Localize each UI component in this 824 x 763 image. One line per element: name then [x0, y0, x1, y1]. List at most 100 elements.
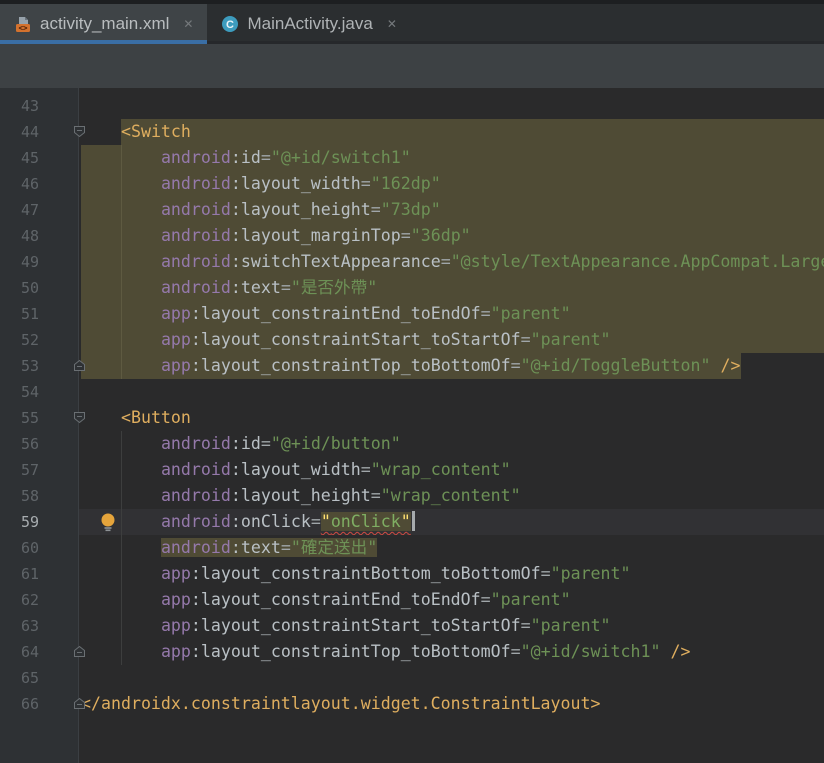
- code-line[interactable]: 43: [0, 93, 824, 119]
- code-token: layout_constraintStart_toStartOf: [200, 330, 521, 349]
- gutter-cell[interactable]: 50: [0, 275, 79, 301]
- code-token: ": [400, 512, 411, 531]
- fold-expand-end-icon[interactable]: [73, 359, 86, 372]
- code-cell[interactable]: app:layout_constraintEnd_toEndOf="parent…: [79, 301, 824, 327]
- gutter-cell[interactable]: 64: [0, 639, 85, 665]
- gutter-cell[interactable]: 66: [0, 691, 85, 717]
- gutter-cell[interactable]: 63: [0, 613, 79, 639]
- gutter-cell[interactable]: 54: [0, 379, 79, 405]
- code-token: app: [160, 642, 191, 661]
- code-token: "wrap_content": [380, 486, 521, 505]
- code-cell[interactable]: android:layout_marginTop="36dp": [79, 223, 824, 249]
- code-line[interactable]: 51 app:layout_constraintEnd_toEndOf="par…: [0, 301, 824, 327]
- gutter-cell[interactable]: 58: [0, 483, 79, 509]
- code-line[interactable]: 45 android:id="@+id/switch1": [0, 145, 824, 171]
- gutter-cell[interactable]: 55: [0, 405, 85, 431]
- fold-collapse-icon[interactable]: [73, 411, 86, 424]
- gutter-cell[interactable]: 47: [0, 197, 79, 223]
- gutter-cell[interactable]: 52: [0, 327, 79, 353]
- code-line[interactable]: 56 android:id="@+id/button": [0, 431, 824, 457]
- code-cell[interactable]: android:switchTextAppearance="@style/Tex…: [79, 249, 824, 275]
- code-cell[interactable]: app:layout_constraintStart_toStartOf="pa…: [79, 327, 824, 353]
- gutter-cell[interactable]: 45: [0, 145, 79, 171]
- code-cell[interactable]: app:layout_constraintTop_toBottomOf="@+i…: [79, 353, 824, 379]
- gutter-cell[interactable]: 44: [0, 119, 85, 145]
- gutter-cell[interactable]: 43: [0, 93, 79, 119]
- code-editor[interactable]: 43 44 <Switch 45 android:id="@+id/switch1"…: [0, 88, 824, 763]
- gutter-cell[interactable]: 51: [0, 301, 79, 327]
- gutter-cell[interactable]: 48: [0, 223, 79, 249]
- gutter-cell[interactable]: 61: [0, 561, 79, 587]
- code-token: <Button: [120, 408, 191, 427]
- code-cell[interactable]: app:layout_constraintEnd_toEndOf="parent…: [79, 587, 824, 613]
- gutter-cell[interactable]: 46: [0, 171, 79, 197]
- code-line[interactable]: 66 </androidx.constraintlayout.widget.Con…: [0, 691, 824, 717]
- code-line[interactable]: 49 android:switchTextAppearance="@style/…: [0, 249, 824, 275]
- code-token: :: [230, 434, 241, 453]
- code-line[interactable]: 44 <Switch: [0, 119, 824, 145]
- code-line[interactable]: 58 android:layout_height="wrap_content": [0, 483, 824, 509]
- code-token: =: [400, 226, 411, 245]
- gutter-cell[interactable]: 65: [0, 665, 79, 691]
- line-number: 62: [20, 591, 39, 609]
- code-cell[interactable]: app:layout_constraintTop_toBottomOf="@+i…: [79, 639, 824, 665]
- code-line[interactable]: 61 app:layout_constraintBottom_toBottomO…: [0, 561, 824, 587]
- code-cell[interactable]: <Switch: [79, 119, 824, 145]
- code-cell[interactable]: android:text="確定送出": [79, 535, 824, 561]
- gutter-cell[interactable]: 57: [0, 457, 79, 483]
- gutter-cell[interactable]: 53: [0, 353, 85, 379]
- tab-close-icon[interactable]: ✕: [183, 17, 193, 31]
- line-number: 57: [20, 461, 39, 479]
- code-line[interactable]: 54: [0, 379, 824, 405]
- code-line[interactable]: 46 android:layout_width="162dp": [0, 171, 824, 197]
- fold-expand-end-icon[interactable]: [73, 645, 86, 658]
- code-cell[interactable]: android:text="是否外帶": [79, 275, 824, 301]
- code-line[interactable]: 65: [0, 665, 824, 691]
- code-token: android: [160, 148, 231, 167]
- code-cell[interactable]: android:layout_height="wrap_content": [79, 483, 824, 509]
- line-number: 65: [20, 669, 39, 687]
- fold-collapse-icon[interactable]: [73, 125, 86, 138]
- tab-close-icon[interactable]: ✕: [387, 17, 397, 31]
- code-line[interactable]: 47 android:layout_height="73dp": [0, 197, 824, 223]
- gutter-cell[interactable]: 62: [0, 587, 79, 613]
- code-cell[interactable]: [79, 379, 824, 405]
- code-cell[interactable]: android:layout_width="wrap_content": [79, 457, 824, 483]
- code-line[interactable]: 62 app:layout_constraintEnd_toEndOf="par…: [0, 587, 824, 613]
- gutter-cell[interactable]: 60: [0, 535, 79, 561]
- code-line[interactable]: 53 app:layout_constraintTop_toBottomOf="…: [0, 353, 824, 379]
- code-line[interactable]: 50 android:text="是否外帶": [0, 275, 824, 301]
- code-cell[interactable]: [79, 665, 824, 691]
- code-line[interactable]: 63 app:layout_constraintStart_toStartOf=…: [0, 613, 824, 639]
- code-line[interactable]: 57 android:layout_width="wrap_content": [0, 457, 824, 483]
- code-cell[interactable]: android:id="@+id/switch1": [79, 145, 824, 171]
- gutter-cell[interactable]: 59: [0, 509, 79, 535]
- code-line[interactable]: 60 android:text="確定送出": [0, 535, 824, 561]
- code-line[interactable]: 64 app:layout_constraintTop_toBottomOf="…: [0, 639, 824, 665]
- fold-expand-end-icon[interactable]: [73, 697, 86, 710]
- code-cell[interactable]: [79, 93, 824, 119]
- code-cell[interactable]: android:layout_width="162dp": [79, 171, 824, 197]
- tab-activity-main-xml[interactable]: <> activity_main.xml ✕: [0, 4, 208, 44]
- code-line[interactable]: 52 app:layout_constraintStart_toStartOf=…: [0, 327, 824, 353]
- tab-label: activity_main.xml: [40, 14, 170, 33]
- code-line[interactable]: 48 android:layout_marginTop="36dp": [0, 223, 824, 249]
- code-cell[interactable]: app:layout_constraintStart_toStartOf="pa…: [79, 613, 824, 639]
- gutter-cell[interactable]: 49: [0, 249, 79, 275]
- code-line[interactable]: 55 <Button: [0, 405, 824, 431]
- code-cell[interactable]: android:onClick="onClick": [79, 509, 824, 535]
- code-cell[interactable]: </androidx.constraintlayout.widget.Const…: [79, 691, 824, 717]
- code-token: =: [280, 538, 291, 557]
- code-text: app:layout_constraintStart_toStartOf="pa…: [81, 327, 824, 353]
- code-line[interactable]: 59 android:onClick="onClick": [0, 509, 824, 535]
- tab-mainactivity-java[interactable]: C MainActivity.java ✕: [207, 4, 410, 44]
- intention-bulb-icon[interactable]: [99, 512, 117, 532]
- code-cell[interactable]: app:layout_constraintBottom_toBottomOf="…: [79, 561, 824, 587]
- code-token: app: [160, 590, 191, 609]
- code-cell[interactable]: android:layout_height="73dp": [79, 197, 824, 223]
- gutter-cell[interactable]: 56: [0, 431, 79, 457]
- code-cell[interactable]: <Button: [79, 405, 824, 431]
- code-cell[interactable]: android:id="@+id/button": [79, 431, 824, 457]
